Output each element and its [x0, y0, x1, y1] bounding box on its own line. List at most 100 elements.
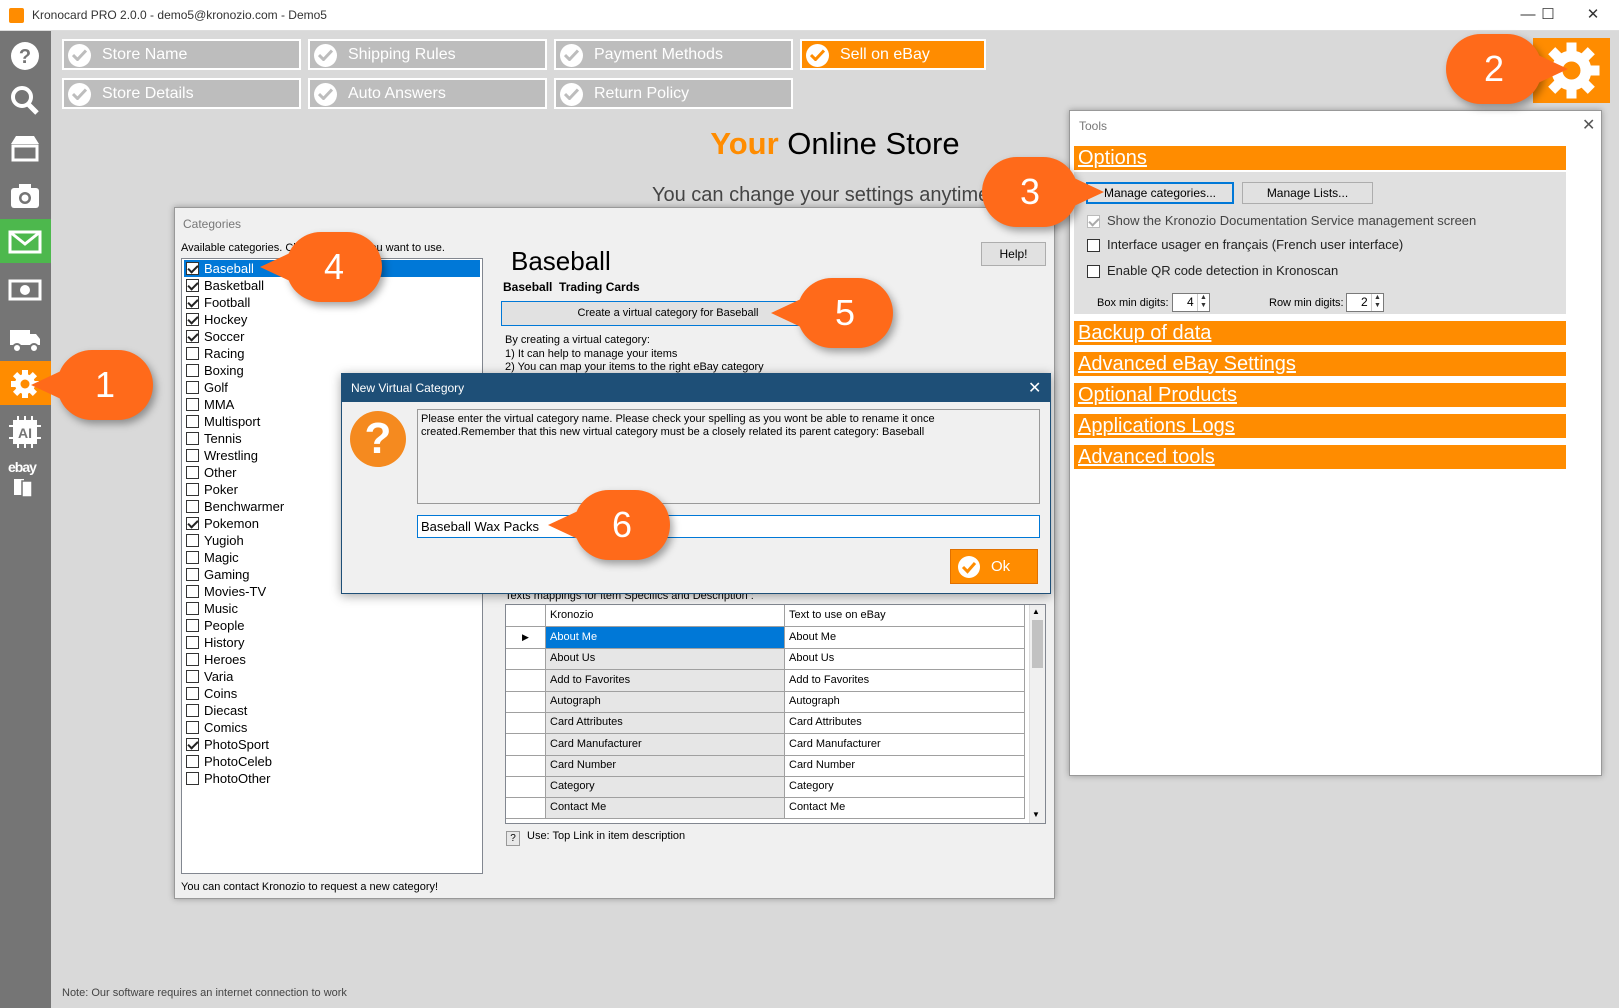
category-checkbox[interactable]	[186, 262, 199, 275]
mapping-ebay-cell[interactable]: Contact Me	[785, 797, 1025, 820]
mapping-ebay-cell[interactable]: Add to Favorites	[785, 669, 1025, 692]
row-pointer-icon[interactable]: ▶	[506, 627, 546, 649]
section-application-logs[interactable]: Applications Logs	[1074, 414, 1566, 438]
category-checkbox[interactable]	[186, 347, 199, 360]
scroll-up-icon[interactable]: ▲	[1032, 607, 1040, 616]
category-item[interactable]: Music	[184, 600, 480, 617]
french-ui-checkbox[interactable]	[1087, 239, 1100, 252]
close-window-button[interactable]: ✕	[1573, 4, 1613, 26]
stepper-arrows-icon[interactable]: ▲ ▼	[1371, 294, 1383, 311]
help-icon[interactable]: ?	[0, 33, 51, 77]
category-checkbox[interactable]	[186, 551, 199, 564]
category-checkbox[interactable]	[186, 466, 199, 479]
mapping-ebay-cell[interactable]: About Us	[785, 648, 1025, 671]
section-advanced-ebay[interactable]: Advanced eBay Settings	[1074, 352, 1566, 376]
category-item[interactable]: PhotoCeleb	[184, 753, 480, 770]
category-checkbox[interactable]	[186, 568, 199, 581]
section-optional-products[interactable]: Optional Products	[1074, 383, 1566, 407]
grid-scrollbar[interactable]: ▲ ▼	[1029, 605, 1045, 823]
mapping-ebay-cell[interactable]: About Me	[785, 627, 1025, 649]
category-item[interactable]: Hockey	[184, 311, 480, 328]
table-row[interactable]: Autograph Autograph	[506, 690, 1029, 713]
ai-chip-icon[interactable]: AI	[0, 409, 51, 453]
table-row[interactable]: Card Manufacturer Card Manufacturer	[506, 733, 1029, 756]
section-options[interactable]: Options	[1074, 146, 1566, 170]
mapping-kronozio-cell[interactable]: Autograph	[546, 690, 785, 713]
table-row[interactable]: Contact Me Contact Me	[506, 797, 1029, 820]
mapping-ebay-cell[interactable]: Category	[785, 776, 1025, 799]
category-checkbox[interactable]	[186, 704, 199, 717]
category-item[interactable]: Diecast	[184, 702, 480, 719]
row-header[interactable]	[506, 669, 546, 692]
category-checkbox[interactable]	[186, 313, 199, 326]
tab-payment-methods[interactable]: Payment Methods	[554, 39, 793, 70]
category-checkbox[interactable]	[186, 602, 199, 615]
category-checkbox[interactable]	[186, 653, 199, 666]
category-item[interactable]: Varia	[184, 668, 480, 685]
manage-categories-button[interactable]: Manage categories...	[1086, 182, 1234, 204]
mapping-ebay-cell[interactable]: Card Number	[785, 754, 1025, 777]
virtual-category-name-input[interactable]: Baseball Wax Packs	[417, 515, 1040, 538]
table-row[interactable]: About Us About Us	[506, 648, 1029, 671]
mapping-kronozio-cell[interactable]: Category	[546, 776, 785, 799]
mapping-ebay-cell[interactable]: Autograph	[785, 690, 1025, 713]
table-row[interactable]: Card Attributes Card Attributes	[506, 712, 1029, 735]
search-icon[interactable]	[0, 77, 51, 121]
mapping-kronozio-cell[interactable]: Card Manufacturer	[546, 733, 785, 756]
manage-lists-button[interactable]: Manage Lists...	[1242, 182, 1373, 204]
category-checkbox[interactable]	[186, 364, 199, 377]
row-header[interactable]	[506, 733, 546, 756]
camera-icon[interactable]	[0, 173, 51, 217]
tab-return-policy[interactable]: Return Policy	[554, 78, 793, 109]
category-checkbox[interactable]	[186, 415, 199, 428]
category-item[interactable]: Racing	[184, 345, 480, 362]
money-icon[interactable]	[0, 267, 51, 311]
mapping-kronozio-cell[interactable]: Add to Favorites	[546, 669, 785, 692]
category-checkbox[interactable]	[186, 398, 199, 411]
show-doc-checkbox[interactable]	[1087, 215, 1100, 228]
row-header[interactable]	[506, 754, 546, 777]
mappings-grid[interactable]: Kronozio Text to use on eBay Contact Me C…	[505, 604, 1046, 824]
mapping-kronozio-cell[interactable]: About Us	[546, 648, 785, 671]
maximize-button[interactable]: ☐	[1528, 4, 1568, 26]
scroll-thumb[interactable]	[1032, 620, 1043, 668]
box-min-stepper[interactable]: 4 ▲ ▼	[1172, 293, 1210, 312]
truck-icon[interactable]	[0, 315, 51, 359]
table-row[interactable]: Card Number Card Number	[506, 754, 1029, 777]
category-checkbox[interactable]	[186, 381, 199, 394]
tab-sell-on-ebay[interactable]: Sell on eBay	[800, 39, 986, 70]
tab-auto-answers[interactable]: Auto Answers	[308, 78, 547, 109]
category-item[interactable]: Comics	[184, 719, 480, 736]
ok-button[interactable]: Ok	[950, 549, 1038, 584]
row-header[interactable]	[506, 690, 546, 713]
category-checkbox[interactable]	[186, 636, 199, 649]
close-icon[interactable]: ✕	[1028, 378, 1041, 398]
category-checkbox[interactable]	[186, 330, 199, 343]
column-ebay-text[interactable]: Text to use on eBay	[785, 605, 1025, 627]
row-header[interactable]	[506, 712, 546, 735]
category-item[interactable]: Soccer	[184, 328, 480, 345]
category-checkbox[interactable]	[186, 619, 199, 632]
category-item[interactable]: People	[184, 617, 480, 634]
tab-store-name[interactable]: Store Name	[62, 39, 301, 70]
category-item[interactable]: PhotoOther	[184, 770, 480, 787]
category-item[interactable]: History	[184, 634, 480, 651]
row-min-stepper[interactable]: 2 ▲ ▼	[1346, 293, 1384, 312]
table-row[interactable]: Add to Favorites Add to Favorites	[506, 669, 1029, 692]
mapping-ebay-cell[interactable]: Card Manufacturer	[785, 733, 1025, 756]
mapping-ebay-cell[interactable]: Card Attributes	[785, 712, 1025, 735]
help-button[interactable]: Help!	[981, 242, 1046, 266]
category-checkbox[interactable]	[186, 687, 199, 700]
category-item[interactable]: Heroes	[184, 651, 480, 668]
hint-icon[interactable]: ?	[506, 831, 520, 846]
section-backup[interactable]: Backup of data	[1074, 321, 1566, 345]
category-checkbox[interactable]	[186, 449, 199, 462]
category-checkbox[interactable]	[186, 483, 199, 496]
category-checkbox[interactable]	[186, 517, 199, 530]
stepper-arrows-icon[interactable]: ▲ ▼	[1197, 294, 1209, 311]
mail-icon[interactable]	[0, 219, 51, 263]
table-row[interactable]: ▶ About Me About Me	[506, 627, 1029, 649]
category-item[interactable]: PhotoSport	[184, 736, 480, 753]
category-checkbox[interactable]	[186, 670, 199, 683]
category-checkbox[interactable]	[186, 534, 199, 547]
